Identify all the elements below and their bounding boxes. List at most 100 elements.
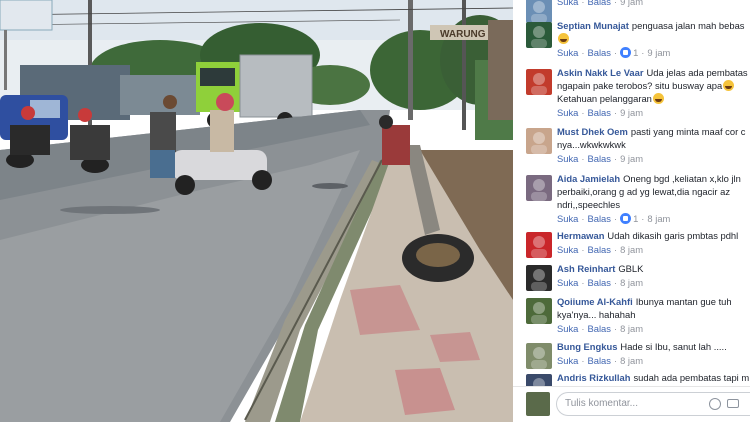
- comment-timestamp[interactable]: 8 jam: [620, 355, 643, 366]
- reply-link[interactable]: Balas: [588, 47, 611, 58]
- separator-dot: ·: [613, 153, 618, 164]
- separator-dot: ·: [581, 323, 585, 334]
- like-link[interactable]: Suka: [557, 323, 578, 334]
- laughing-emoji-icon: [723, 80, 735, 91]
- commenter-avatar[interactable]: [526, 128, 552, 154]
- comment-author[interactable]: Qoiiume Al-Kahfi: [557, 296, 633, 307]
- comment-actions: Suka · Balas · 8 jam: [557, 354, 746, 367]
- comment-body: Askin Nakk Le Vaar Uda jelas ada pembatas…: [557, 66, 748, 105]
- comment-item: Bung Engkus Hade si Ibu, sanut lah ..... S…: [513, 340, 750, 369]
- commenter-avatar[interactable]: [526, 265, 552, 291]
- comment-timestamp[interactable]: 9 jam: [620, 0, 643, 7]
- like-count[interactable]: 1: [633, 47, 638, 58]
- comment-text-line: perbaiki,orang g ad yg lewat,dia ngacir …: [557, 186, 731, 197]
- commenter-avatar[interactable]: [526, 232, 552, 258]
- comment-author[interactable]: Must Dhek Oem: [557, 126, 628, 137]
- comment-text: GBLK: [618, 263, 644, 274]
- scene-svg: WARUNG: [0, 0, 513, 422]
- comment-author[interactable]: Andris Rizkullah: [557, 372, 630, 383]
- like-link[interactable]: Suka: [557, 277, 578, 288]
- separator-dot: ·: [613, 277, 618, 288]
- comment-actions: Suka · Balas · 8 jam: [557, 276, 746, 289]
- separator-dot: ·: [613, 213, 618, 224]
- comment-author[interactable]: Bung Engkus: [557, 341, 617, 352]
- reply-link[interactable]: Balas: [588, 323, 611, 334]
- like-count-icon[interactable]: [620, 47, 632, 58]
- comment-timestamp[interactable]: 8 jam: [620, 244, 643, 255]
- comment-timestamp[interactable]: 8 jam: [620, 277, 643, 288]
- comment-timestamp[interactable]: 8 jam: [620, 323, 643, 334]
- separator-dot: ·: [613, 47, 618, 58]
- reply-link[interactable]: Balas: [588, 213, 611, 224]
- like-count[interactable]: 1: [633, 213, 638, 224]
- comment-item: Askin Nakk Le Vaar Uda jelas ada pembatas…: [513, 66, 750, 119]
- comment-body: Ash Reinhart GBLK: [557, 262, 746, 275]
- road-construction-photo: WARUNG: [0, 0, 513, 422]
- comment-timestamp[interactable]: 9 jam: [620, 153, 643, 164]
- commenter-avatar[interactable]: [526, 374, 552, 386]
- comment-actions: Suka · Balas · 9 jam: [557, 106, 746, 119]
- reply-link[interactable]: Balas: [588, 355, 611, 366]
- comment-actions: Suka · Balas · 1 · 8 jam: [557, 212, 746, 225]
- comment-actions: Suka · Balas · 9 jam: [557, 0, 746, 8]
- comment-item: Ash Reinhart GBLK Suka · Balas · 8 jam: [513, 262, 750, 291]
- comments-panel: Suka · Balas · 9 jam Septian Munajat penguasa …: [513, 0, 750, 422]
- comment-author[interactable]: Septian Munajat: [557, 20, 629, 31]
- separator-dot: ·: [581, 277, 585, 288]
- comment-actions: Suka · Balas · 1 · 9 jam: [557, 46, 746, 59]
- comment-timestamp[interactable]: 8 jam: [647, 213, 670, 224]
- commenter-avatar[interactable]: [526, 175, 552, 201]
- comment-text: Uda jelas ada pembatas: [646, 67, 748, 78]
- comment-author[interactable]: Askin Nakk Le Vaar: [557, 67, 644, 78]
- emoji-icon[interactable]: [709, 398, 721, 410]
- like-link[interactable]: Suka: [557, 244, 578, 255]
- camera-icon[interactable]: [727, 399, 739, 408]
- separator-dot: ·: [581, 213, 585, 224]
- comment-author[interactable]: Ash Reinhart: [557, 263, 615, 274]
- separator-dot: ·: [581, 244, 585, 255]
- separator-dot: ·: [613, 323, 618, 334]
- comment-timestamp[interactable]: 9 jam: [620, 107, 643, 118]
- current-user-avatar: [526, 392, 550, 416]
- comment-author[interactable]: Hermawan: [557, 230, 604, 241]
- comment-body: Hermawan Udah dikasih garis pmbtas pdhl: [557, 229, 746, 242]
- separator-dot: ·: [581, 0, 585, 7]
- separator-dot: ·: [581, 355, 585, 366]
- comment-text: pasti yang minta maaf cor c: [630, 126, 746, 137]
- comment-body: Bung Engkus Hade si Ibu, sanut lah .....: [557, 340, 746, 353]
- like-link[interactable]: Suka: [557, 213, 578, 224]
- comment-item: Andris Rizkullah sudah ada pembatas tapi …: [513, 371, 750, 386]
- like-link[interactable]: Suka: [557, 47, 578, 58]
- comment-item: Must Dhek Oem pasti yang minta maaf cor c…: [513, 125, 750, 165]
- like-link[interactable]: Suka: [557, 107, 578, 118]
- commenter-avatar[interactable]: [526, 22, 552, 48]
- separator-dot: ·: [613, 244, 618, 255]
- like-link[interactable]: Suka: [557, 355, 578, 366]
- like-link[interactable]: Suka: [557, 0, 578, 7]
- reply-link[interactable]: Balas: [588, 0, 611, 7]
- reply-link[interactable]: Balas: [588, 244, 611, 255]
- comment-actions: Suka · Balas · 9 jam: [557, 152, 746, 165]
- commenter-avatar[interactable]: [526, 69, 552, 95]
- commenter-avatar[interactable]: [526, 343, 552, 369]
- comment-text-line: nya...wkwkwkwk: [557, 139, 626, 150]
- reply-link[interactable]: Balas: [588, 277, 611, 288]
- comment-actions: Suka · Balas · 8 jam: [557, 243, 746, 256]
- comment-item: Suka · Balas · 9 jam: [513, 0, 750, 23]
- comment-text: Hade si Ibu, sanut lah .....: [620, 341, 727, 352]
- separator-dot: ·: [613, 107, 618, 118]
- like-count-icon[interactable]: [620, 213, 632, 224]
- reply-link[interactable]: Balas: [588, 107, 611, 118]
- comment-text-line: ngapain pake terobos? situ busway apa: [557, 80, 723, 91]
- commenter-avatar[interactable]: [526, 298, 552, 324]
- comment-author[interactable]: Aida Jamielah: [557, 173, 620, 184]
- comment-text-line: kya'nya... hahahah: [557, 309, 636, 320]
- comment-body: Must Dhek Oem pasti yang minta maaf cor c…: [557, 125, 746, 151]
- laughing-emoji-icon: [558, 33, 569, 44]
- reply-link[interactable]: Balas: [588, 153, 611, 164]
- like-link[interactable]: Suka: [557, 153, 578, 164]
- comment-timestamp[interactable]: 9 jam: [647, 47, 670, 58]
- separator-dot: ·: [581, 153, 585, 164]
- comment-item: Qoiiume Al-Kahfi Ibunya mantan gue tuh kya…: [513, 295, 750, 335]
- comment-body: Qoiiume Al-Kahfi Ibunya mantan gue tuh kya…: [557, 295, 746, 321]
